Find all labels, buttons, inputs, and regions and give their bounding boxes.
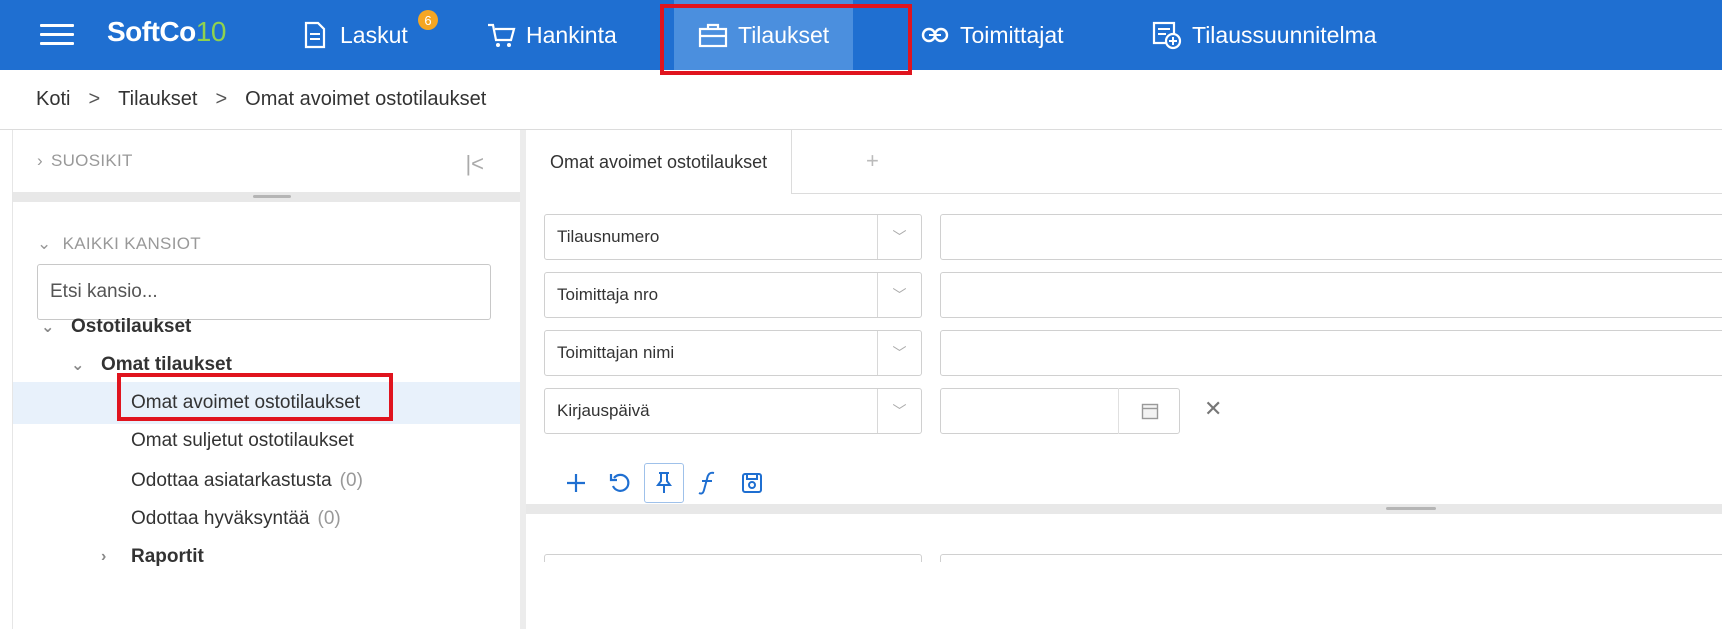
filter-row: Tilausnumero ﹀ bbox=[544, 214, 1722, 260]
tree-folder-ostotilaukset[interactable]: ⌄ Ostotilaukset bbox=[13, 306, 521, 348]
pin-icon[interactable] bbox=[644, 463, 684, 503]
tree-folder-label: Ostotilaukset bbox=[71, 316, 192, 337]
filter-field-select[interactable]: Tilausnumero ﹀ bbox=[544, 214, 922, 260]
add-icon[interactable] bbox=[556, 463, 596, 503]
breadcrumb-separator: > bbox=[88, 88, 101, 110]
chevron-right-icon: › bbox=[37, 151, 43, 170]
save-icon[interactable] bbox=[732, 463, 772, 503]
filter-value-input[interactable] bbox=[940, 214, 1722, 260]
breadcrumb-item-koti[interactable]: Koti bbox=[36, 88, 70, 111]
cart-icon bbox=[486, 20, 516, 50]
all-folders-header[interactable]: ⌄ KAIKKI KANSIOT bbox=[37, 234, 201, 254]
filter-field-select[interactable]: Kirjauspäivä ﹀ bbox=[544, 388, 922, 434]
filter-field-select[interactable]: Toimittajan nimi ﹀ bbox=[544, 330, 922, 376]
function-icon[interactable] bbox=[688, 463, 728, 503]
chevron-down-icon: ⌄ bbox=[71, 357, 85, 374]
notification-badge: 6 bbox=[418, 10, 438, 30]
tree-folder-label: Omat avoimet ostotilaukset bbox=[131, 392, 361, 413]
chevron-down-icon[interactable]: ﹀ bbox=[877, 273, 921, 317]
chevron-down-icon: ⌄ bbox=[41, 319, 55, 336]
filter-field-select[interactable]: Toimittaja nro ﹀ bbox=[544, 272, 922, 318]
breadcrumb-separator: > bbox=[215, 88, 228, 110]
tree-folder-label: Raportit bbox=[131, 546, 204, 567]
tab-label: Omat avoimet ostotilaukset bbox=[550, 151, 768, 172]
nav-item-label: Tilaukset bbox=[738, 21, 830, 48]
favorites-header[interactable]: › SUOSIKIT bbox=[13, 130, 521, 192]
tree-folder-omat-avoimet-ostotilaukset[interactable]: Omat avoimet ostotilaukset bbox=[13, 382, 521, 424]
top-navigation-bar: SoftCo10 Laskut 6 Hankinta Tilaukset Toi… bbox=[0, 0, 1722, 70]
calendar-icon[interactable] bbox=[1118, 388, 1180, 434]
tree-folder-label: Odottaa hyväksyntää bbox=[131, 508, 310, 529]
nav-item-hankinta[interactable]: Hankinta bbox=[486, 0, 617, 70]
folder-count: (0) bbox=[339, 470, 363, 491]
handshake-icon bbox=[920, 20, 950, 50]
filter-row: Toimittaja nro ﹀ bbox=[544, 272, 1722, 318]
nav-item-tilaussuunnitelma[interactable]: Tilaussuunnitelma bbox=[1152, 0, 1377, 70]
filter-row: Kirjauspäivä ﹀ ✕ bbox=[544, 388, 1722, 434]
chevron-down-icon: ⌄ bbox=[37, 234, 52, 253]
nav-item-toimittajat[interactable]: Toimittajat bbox=[920, 0, 1064, 70]
tree-folder-raportit[interactable]: › Raportit bbox=[13, 536, 521, 578]
nav-item-laskut[interactable]: Laskut 6 bbox=[300, 0, 438, 70]
clear-icon[interactable]: ✕ bbox=[1204, 396, 1222, 422]
main-content: Omat avoimet ostotilaukset + Tilausnumer… bbox=[526, 130, 1722, 629]
chevron-right-icon: › bbox=[101, 548, 107, 565]
folder-sidebar: › SUOSIKIT |< ⌄ KAIKKI KANSIOT ⌄ Ostotil… bbox=[12, 130, 521, 629]
breadcrumb: Koti > Tilaukset > Omat avoimet ostotila… bbox=[0, 70, 1722, 130]
filter-field-label: Toimittaja nro bbox=[557, 285, 659, 304]
chevron-down-icon[interactable]: ﹀ bbox=[877, 331, 921, 375]
tab-bar: Omat avoimet ostotilaukset + bbox=[526, 130, 1722, 194]
filter-field-label: Kirjauspäivä bbox=[557, 401, 650, 420]
all-folders-label: KAIKKI KANSIOT bbox=[62, 234, 201, 253]
tree-folder-label: Omat tilaukset bbox=[101, 354, 232, 375]
filter-row: Toimittajan nimi ﹀ bbox=[544, 330, 1722, 376]
filter-field-label: Toimittajan nimi bbox=[557, 343, 675, 362]
breadcrumb-item-tilaukset[interactable]: Tilaukset bbox=[118, 88, 197, 111]
briefcase-icon bbox=[698, 20, 728, 50]
tree-folder-label: Omat suljetut ostotilaukset bbox=[131, 430, 354, 451]
nav-item-label: Laskut bbox=[340, 21, 408, 48]
nav-item-label: Toimittajat bbox=[960, 21, 1064, 48]
results-splitter[interactable] bbox=[526, 504, 1722, 514]
tab-omat-avoimet-ostotilaukset[interactable]: Omat avoimet ostotilaukset bbox=[526, 130, 793, 194]
plan-add-icon bbox=[1152, 20, 1182, 50]
tree-folder-label: Odottaa asiatarkastusta bbox=[131, 470, 332, 491]
chevron-down-icon[interactable]: ﹀ bbox=[877, 215, 921, 259]
reset-icon[interactable] bbox=[600, 463, 640, 503]
add-tab-icon[interactable]: + bbox=[866, 148, 879, 174]
filter-toolbar bbox=[556, 460, 776, 506]
nav-item-label: Hankinta bbox=[526, 21, 617, 48]
chevron-down-icon[interactable]: ﹀ bbox=[877, 389, 921, 433]
nav-item-label: Tilaussuunnitelma bbox=[1192, 21, 1377, 48]
tree-folder-omat-tilaukset[interactable]: ⌄ Omat tilaukset bbox=[13, 344, 521, 386]
softco-logo[interactable]: SoftCo10 bbox=[107, 16, 226, 48]
hamburger-menu-icon[interactable] bbox=[40, 24, 74, 46]
filter-value-input[interactable] bbox=[940, 330, 1722, 376]
document-icon bbox=[300, 20, 330, 50]
folder-count: (0) bbox=[317, 508, 341, 529]
filter-row-partial bbox=[544, 554, 1722, 562]
filter-field-label: Tilausnumero bbox=[557, 227, 660, 246]
breadcrumb-item-current: Omat avoimet ostotilaukset bbox=[245, 88, 487, 110]
tree-folder-odottaa-asiatarkastusta[interactable]: Odottaa asiatarkastusta (0) bbox=[13, 460, 521, 502]
tree-folder-omat-suljetut-ostotilaukset[interactable]: Omat suljetut ostotilaukset bbox=[13, 420, 521, 462]
nav-item-tilaukset[interactable]: Tilaukset bbox=[674, 0, 854, 70]
collapse-sidebar-icon[interactable]: |< bbox=[465, 151, 484, 177]
tree-folder-odottaa-hyvaksyntaa[interactable]: Odottaa hyväksyntää (0) bbox=[13, 498, 521, 540]
filter-value-input[interactable] bbox=[940, 272, 1722, 318]
favorites-label: SUOSIKIT bbox=[50, 151, 133, 170]
pane-splitter[interactable] bbox=[13, 192, 521, 202]
